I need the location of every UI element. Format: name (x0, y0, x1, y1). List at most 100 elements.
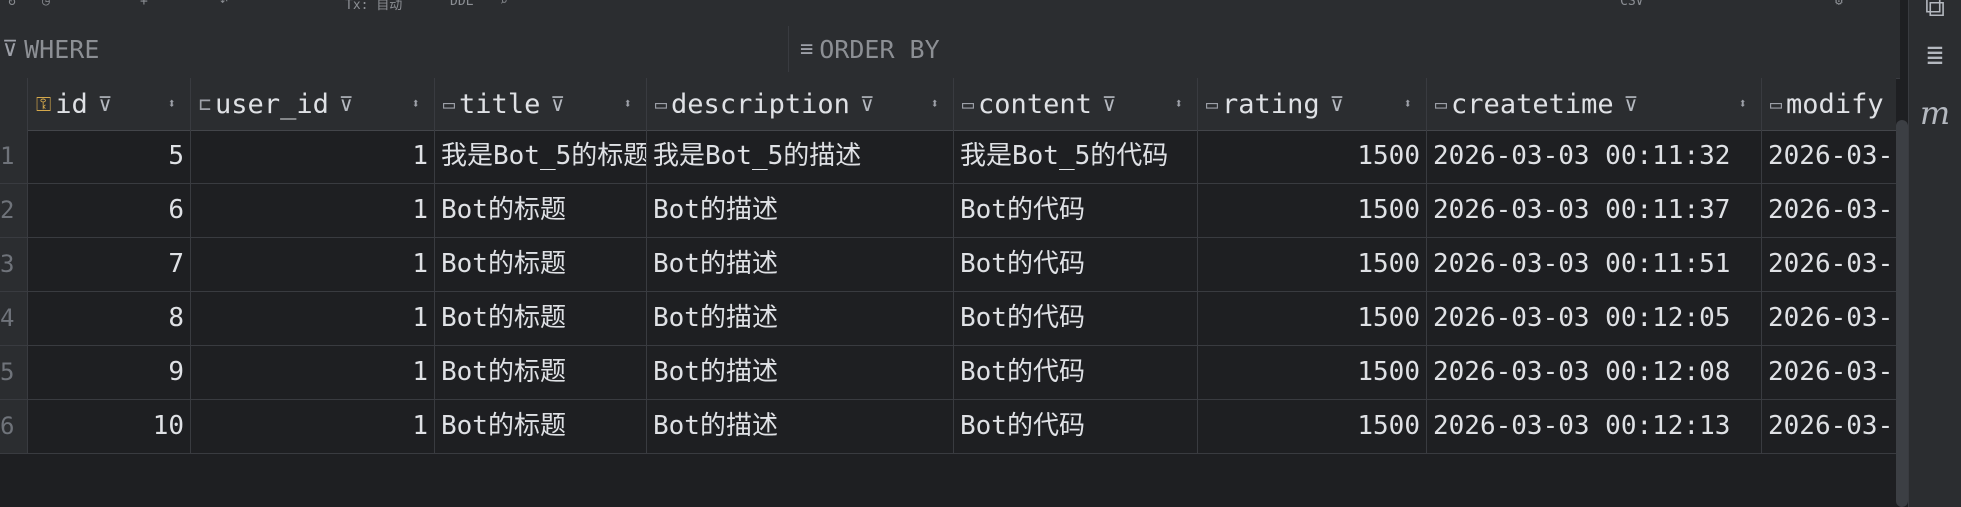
primary-key-icon: ⚿ (36, 92, 52, 116)
cell-createtime[interactable]: 2026-03-03 00:12:05 (1427, 292, 1762, 345)
sort-icon[interactable]: ⬍ (168, 96, 176, 112)
revert-icon[interactable]: ↶ (220, 0, 228, 9)
cell-description[interactable]: Bot的描述 (647, 184, 954, 237)
cell-user-id[interactable]: 1 (191, 238, 435, 291)
mybatis-icon[interactable]: m (1917, 94, 1953, 132)
row-number[interactable]: 2 (0, 184, 28, 237)
sort-icon[interactable]: ⬍ (931, 96, 939, 112)
row-number[interactable]: 3 (0, 238, 28, 291)
column-filter-icon[interactable]: ⊽ (1330, 92, 1345, 116)
column-filter-icon[interactable]: ⊽ (1624, 92, 1639, 116)
cell-description[interactable]: Bot的描述 (647, 292, 954, 345)
cell-rating[interactable]: 1500 (1198, 400, 1427, 453)
cell-title[interactable]: Bot的标题 (435, 238, 647, 291)
cell-rating[interactable]: 1500 (1198, 238, 1427, 291)
cell-description[interactable]: Bot的描述 (647, 400, 954, 453)
refresh-icon[interactable]: ↻ (8, 0, 16, 9)
sort-icon[interactable]: ⬍ (412, 96, 420, 112)
ddl-button[interactable]: DDL (450, 0, 473, 9)
column-header-title[interactable]: ▭ title ⊽ ⬍ (435, 78, 647, 130)
add-row-icon[interactable]: + (140, 0, 148, 9)
cell-id[interactable]: 9 (28, 346, 191, 399)
where-filter-input[interactable]: ⊽ WHERE (2, 20, 99, 78)
cell-createtime[interactable]: 2026-03-03 00:11:32 (1427, 130, 1762, 183)
column-filter-icon[interactable]: ⊽ (339, 92, 354, 116)
cell-title[interactable]: Bot的标题 (435, 292, 647, 345)
column-header-createtime[interactable]: ▭ createtime ⊽ ⬍ (1427, 78, 1762, 130)
sort-icon[interactable]: ⬍ (1175, 96, 1183, 112)
row-number[interactable]: 1 (0, 130, 28, 183)
cell-id[interactable]: 8 (28, 292, 191, 345)
sort-icon[interactable]: ⬍ (624, 96, 632, 112)
column-name: id (55, 88, 88, 120)
column-header-content[interactable]: ▭ content ⊽ ⬍ (954, 78, 1198, 130)
cell-content[interactable]: Bot的代码 (954, 346, 1198, 399)
cell-createtime[interactable]: 2026-03-03 00:12:08 (1427, 346, 1762, 399)
cell-modify[interactable]: 2026-03- (1762, 400, 1896, 453)
cell-rating[interactable]: 1500 (1198, 184, 1427, 237)
cell-user-id[interactable]: 1 (191, 400, 435, 453)
column-filter-icon[interactable]: ⊽ (860, 92, 875, 116)
cell-description[interactable]: 我是Bot_5的描述 (647, 130, 954, 183)
vertical-scrollbar[interactable] (1896, 120, 1908, 507)
cell-modify[interactable]: 2026-03- (1762, 130, 1896, 183)
cell-content[interactable]: Bot的代码 (954, 400, 1198, 453)
cell-id[interactable]: 5 (28, 130, 191, 183)
cell-rating[interactable]: 1500 (1198, 130, 1427, 183)
settings-icon[interactable]: ⚙ (1835, 0, 1843, 9)
cell-rating[interactable]: 1500 (1198, 346, 1427, 399)
cell-createtime[interactable]: 2026-03-03 00:12:13 (1427, 400, 1762, 453)
cell-content[interactable]: 我是Bot_5的代码 (954, 130, 1198, 183)
cell-createtime[interactable]: 2026-03-03 00:11:51 (1427, 238, 1762, 291)
row-number[interactable]: 4 (0, 292, 28, 345)
order-by-input[interactable]: ≡ ORDER BY (800, 20, 940, 78)
export-format-dropdown[interactable]: CSV (1620, 0, 1643, 9)
sort-icon[interactable]: ⬍ (1739, 96, 1747, 112)
cell-id[interactable]: 7 (28, 238, 191, 291)
table-row[interactable]: 1 5 1 我是Bot_5的标题 我是Bot_5的描述 我是Bot_5的代码 1… (0, 130, 1896, 184)
cell-createtime[interactable]: 2026-03-03 00:11:37 (1427, 184, 1762, 237)
cell-user-id[interactable]: 1 (191, 184, 435, 237)
cell-description[interactable]: Bot的描述 (647, 238, 954, 291)
column-header-rating[interactable]: ▭ rating ⊽ ⬍ (1198, 78, 1427, 130)
cell-user-id[interactable]: 1 (191, 130, 435, 183)
cell-user-id[interactable]: 1 (191, 292, 435, 345)
cell-title[interactable]: Bot的标题 (435, 184, 647, 237)
sort-icon[interactable]: ⬍ (1404, 96, 1412, 112)
cell-content[interactable]: Bot的代码 (954, 238, 1198, 291)
tx-mode-dropdown[interactable]: Tx: 自动 (345, 0, 402, 13)
cell-title[interactable]: 我是Bot_5的标题 (435, 130, 647, 183)
table-row[interactable]: 4 8 1 Bot的标题 Bot的描述 Bot的代码 1500 2026-03-… (0, 292, 1896, 346)
table-row[interactable]: 6 10 1 Bot的标题 Bot的描述 Bot的代码 1500 2026-03… (0, 400, 1896, 454)
column-header-modify[interactable]: ▭ modify (1762, 78, 1896, 130)
cell-modify[interactable]: 2026-03- (1762, 184, 1896, 237)
column-name: title (459, 88, 541, 120)
column-header-description[interactable]: ▭ description ⊽ ⬍ (647, 78, 954, 130)
cell-rating[interactable]: 1500 (1198, 292, 1427, 345)
database-icon[interactable]: ≣ (1917, 38, 1953, 71)
cell-id[interactable]: 10 (28, 400, 191, 453)
column-filter-icon[interactable]: ⊽ (550, 92, 565, 116)
table-row[interactable]: 5 9 1 Bot的标题 Bot的描述 Bot的代码 1500 2026-03-… (0, 346, 1896, 400)
table-row[interactable]: 3 7 1 Bot的标题 Bot的描述 Bot的代码 1500 2026-03-… (0, 238, 1896, 292)
column-header-user-id[interactable]: ⊏ user_id ⊽ ⬍ (191, 78, 435, 130)
table-row[interactable]: 2 6 1 Bot的标题 Bot的描述 Bot的代码 1500 2026-03-… (0, 184, 1896, 238)
cell-id[interactable]: 6 (28, 184, 191, 237)
cell-title[interactable]: Bot的标题 (435, 400, 647, 453)
row-number[interactable]: 5 (0, 346, 28, 399)
column-header-id[interactable]: ⚿ id ⊽ ⬍ (28, 78, 191, 130)
cell-description[interactable]: Bot的描述 (647, 346, 954, 399)
cell-modify[interactable]: 2026-03- (1762, 346, 1896, 399)
column-filter-icon[interactable]: ⊽ (98, 92, 113, 116)
cell-content[interactable]: Bot的代码 (954, 292, 1198, 345)
cell-title[interactable]: Bot的标题 (435, 346, 647, 399)
cell-user-id[interactable]: 1 (191, 346, 435, 399)
search-icon[interactable]: ⌕ (500, 0, 508, 9)
cell-content[interactable]: Bot的代码 (954, 184, 1198, 237)
cell-modify[interactable]: 2026-03- (1762, 292, 1896, 345)
column-filter-icon[interactable]: ⊽ (1102, 92, 1117, 116)
row-number[interactable]: 6 (0, 400, 28, 453)
cell-modify[interactable]: 2026-03- (1762, 238, 1896, 291)
copy-icon[interactable]: ⧉ (1917, 0, 1953, 24)
history-icon[interactable]: ◷ (42, 0, 50, 9)
